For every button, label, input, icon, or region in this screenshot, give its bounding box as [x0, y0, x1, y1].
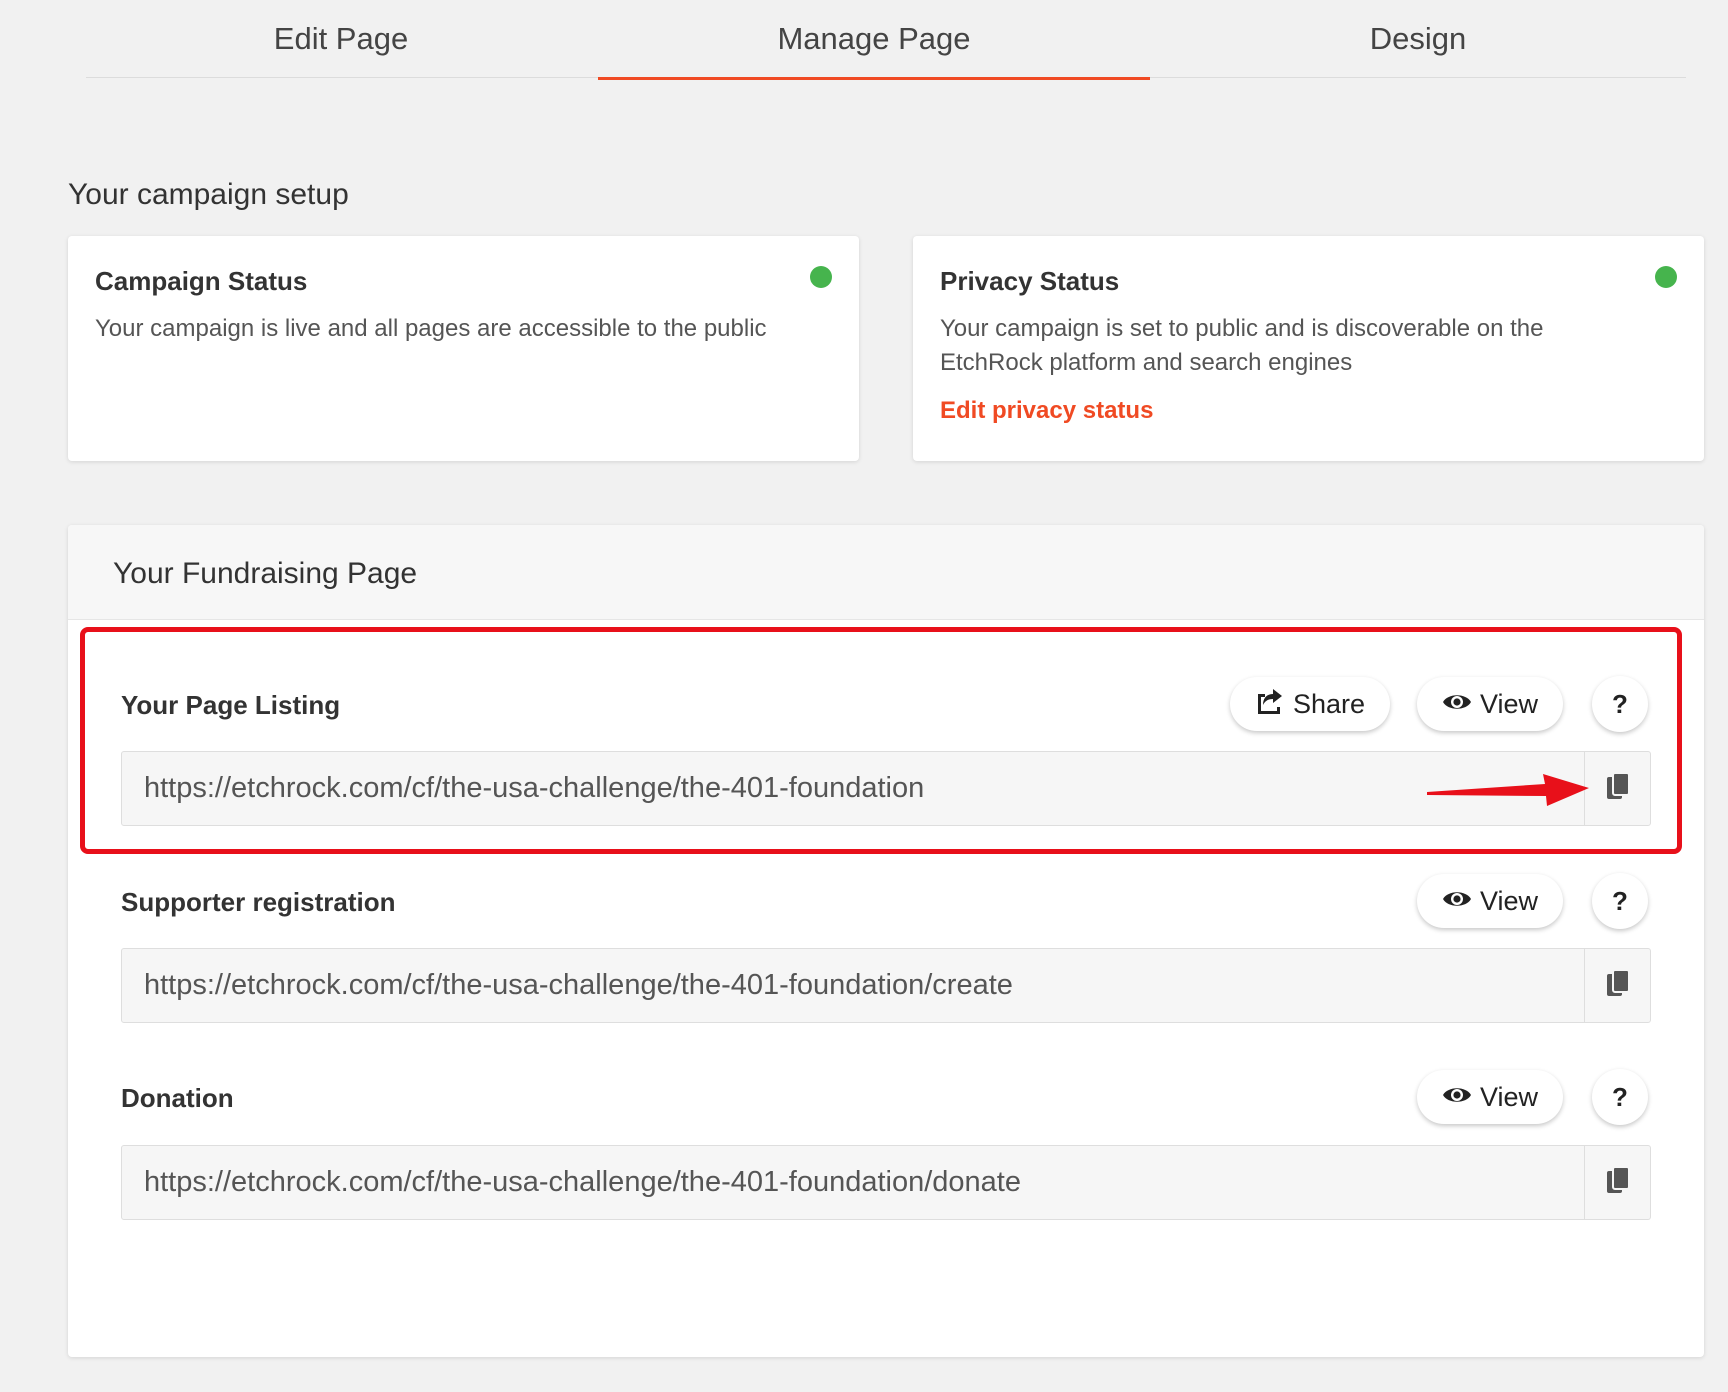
fundraising-panel: Your Fundraising Page Your Page Listing …	[68, 525, 1704, 1357]
copy-button[interactable]	[1584, 752, 1650, 825]
card-description: Your campaign is live and all pages are …	[95, 315, 767, 342]
tab-design[interactable]: Design	[1150, 0, 1686, 78]
supporter-registration-url-field[interactable]: https://etchrock.com/cf/the-usa-challeng…	[121, 948, 1651, 1023]
panel-title: Your Fundraising Page	[113, 557, 418, 590]
view-button[interactable]: View	[1417, 677, 1563, 731]
copy-icon	[1606, 772, 1630, 805]
card-title: Campaign Status	[95, 266, 308, 296]
annotation-arrow-icon	[1425, 770, 1591, 815]
card-description: Your campaign is set to public and is di…	[940, 315, 1544, 376]
share-button[interactable]: Share	[1230, 677, 1390, 731]
view-button[interactable]: View	[1417, 874, 1563, 928]
page-listing-label: Your Page Listing	[121, 690, 341, 720]
copy-icon	[1606, 1166, 1630, 1199]
card-title: Privacy Status	[940, 266, 1120, 296]
view-label: View	[1479, 1081, 1539, 1112]
eye-icon	[1442, 689, 1472, 720]
status-indicator	[1655, 266, 1677, 288]
help-button[interactable]: ?	[1592, 1069, 1648, 1125]
eye-icon	[1442, 886, 1472, 917]
tab-manage-page[interactable]: Manage Page	[598, 0, 1150, 80]
panel-header: Your Fundraising Page	[68, 525, 1704, 620]
view-label: View	[1479, 885, 1539, 916]
section-title: Your campaign setup	[68, 178, 349, 211]
tab-bar: Edit Page Manage Page Design	[86, 0, 1686, 80]
eye-icon	[1442, 1082, 1472, 1113]
share-label: Share	[1292, 688, 1366, 719]
status-indicator	[810, 266, 832, 288]
supporter-registration-label: Supporter registration	[121, 887, 396, 917]
campaign-status-card: Campaign Status Your campaign is live an…	[68, 236, 859, 461]
copy-button[interactable]	[1584, 1146, 1650, 1219]
url-text: https://etchrock.com/cf/the-usa-challeng…	[144, 772, 925, 804]
view-button[interactable]: View	[1417, 1070, 1563, 1124]
share-icon	[1255, 687, 1285, 722]
privacy-status-card: Privacy Status Your campaign is set to p…	[913, 236, 1704, 461]
help-button[interactable]: ?	[1592, 873, 1648, 929]
url-text: https://etchrock.com/cf/the-usa-challeng…	[144, 969, 1013, 1001]
donation-url-field[interactable]: https://etchrock.com/cf/the-usa-challeng…	[121, 1145, 1651, 1220]
tab-edit-page[interactable]: Edit Page	[86, 0, 596, 78]
donation-label: Donation	[121, 1083, 234, 1113]
edit-privacy-status-link[interactable]: Edit privacy status	[940, 397, 1153, 425]
url-text: https://etchrock.com/cf/the-usa-challeng…	[144, 1166, 1021, 1198]
help-button[interactable]: ?	[1592, 676, 1648, 732]
copy-button[interactable]	[1584, 949, 1650, 1022]
page-listing-url-field[interactable]: https://etchrock.com/cf/the-usa-challeng…	[121, 751, 1651, 826]
view-label: View	[1479, 688, 1539, 719]
copy-icon	[1606, 969, 1630, 1002]
